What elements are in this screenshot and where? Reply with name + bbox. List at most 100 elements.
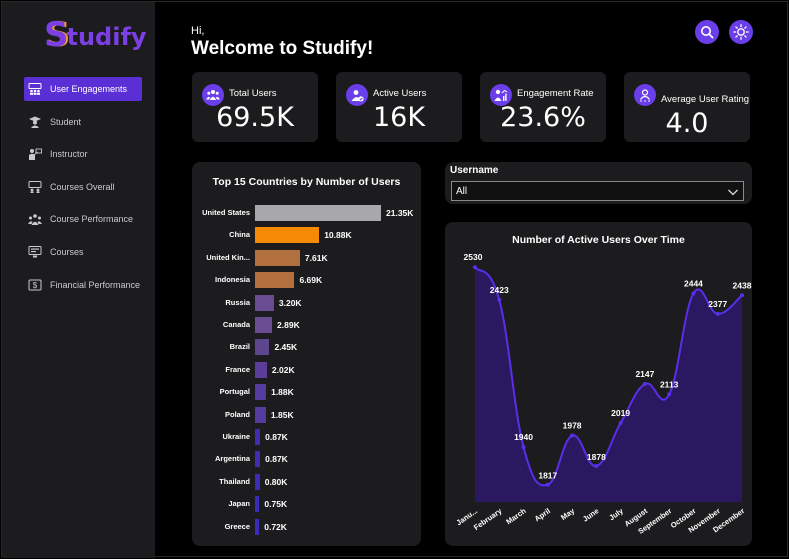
bar[interactable] xyxy=(255,317,273,333)
data-point[interactable] xyxy=(497,297,502,302)
bar-value-label: 0.72K xyxy=(264,521,287,532)
data-label: 2377 xyxy=(708,299,727,309)
bar[interactable] xyxy=(255,294,274,311)
dashboard-app: S tudify User Engagements Student Instru… xyxy=(1,1,788,558)
sidebar-item-label: Student xyxy=(50,116,82,127)
bar[interactable] xyxy=(255,384,267,401)
chart-title: Top 15 Countries by Number of Users xyxy=(212,176,401,188)
data-label: 2147 xyxy=(635,369,654,379)
bar-category-label: Argentina xyxy=(214,454,250,464)
data-point[interactable] xyxy=(642,382,647,387)
username-dropdown[interactable]: All xyxy=(451,181,744,201)
bar[interactable] xyxy=(255,496,260,513)
bar-category-label: Portugal xyxy=(219,387,250,397)
bar-value-label: 21.35K xyxy=(386,208,414,218)
bar-category-label: Ukraine xyxy=(222,432,250,441)
bar[interactable] xyxy=(255,429,261,445)
x-tick-label: February xyxy=(472,506,504,532)
active-users-chart-panel: Number of Active Users Over Time 2530 Jan… xyxy=(445,222,752,546)
bar[interactable] xyxy=(255,473,260,490)
sidebar-item-instructor[interactable]: Instructor xyxy=(24,142,142,166)
financial-icon: $ xyxy=(28,279,42,291)
sidebar-item-label: Course Performance xyxy=(50,214,134,225)
data-point[interactable] xyxy=(545,482,550,487)
kpi-label: Active Users xyxy=(373,88,427,99)
data-point[interactable] xyxy=(691,291,696,296)
kpi-card-total-users: Total Users 69.5K xyxy=(192,72,318,142)
bar[interactable] xyxy=(255,227,320,244)
bar-category-label: Japan xyxy=(228,499,250,509)
bar-category-label: United Kin... xyxy=(206,252,250,262)
kpi-value: 23.6% xyxy=(500,102,586,133)
bar-value-label: 7.61K xyxy=(304,252,328,263)
data-point[interactable] xyxy=(521,445,526,450)
theme-toggle-button[interactable] xyxy=(729,20,753,44)
sidebar-item-courses[interactable]: Courses xyxy=(24,240,142,264)
data-label: 1817 xyxy=(538,471,557,481)
logo-initial: S xyxy=(44,15,69,55)
data-point[interactable] xyxy=(618,421,623,426)
bar[interactable] xyxy=(255,249,300,266)
bar-category-label: France xyxy=(225,364,250,374)
data-point[interactable] xyxy=(473,265,477,270)
bar-value-label: 10.88K xyxy=(324,230,352,241)
kpi-label: Total Users xyxy=(229,88,277,99)
svg-text:$: $ xyxy=(33,281,38,290)
bar-value-label: 2.89K xyxy=(277,320,300,330)
studify-logo: S tudify xyxy=(44,18,147,52)
data-point[interactable] xyxy=(594,464,599,469)
sidebar-item-label: Courses xyxy=(50,246,84,257)
chevron-down-icon xyxy=(727,185,739,197)
student-icon xyxy=(28,116,42,128)
bar-value-label: 0.75K xyxy=(264,499,288,510)
bar-value-label: 0.87K xyxy=(265,432,288,442)
bar-value-label: 0.87K xyxy=(265,454,288,465)
bar-value-label: 3.20K xyxy=(278,297,302,308)
bar-category-label: United States xyxy=(202,208,250,217)
kpi-card-engagement-rate: Engagement Rate 23.6% xyxy=(480,72,606,142)
bar[interactable] xyxy=(255,361,267,378)
username-filter-label-text: Username xyxy=(450,165,499,176)
sidebar-nav: User Engagements Student Instructor Cour… xyxy=(24,77,142,305)
x-tick-label: May xyxy=(559,506,577,522)
bar-category-label: China xyxy=(229,230,250,240)
sidebar-item-course-performance[interactable]: Course Performance xyxy=(24,207,142,231)
x-tick-label: March xyxy=(504,506,528,526)
bar-category-label: Canada xyxy=(222,320,250,329)
greeting-text: Hi, xyxy=(191,25,205,37)
search-button[interactable] xyxy=(695,20,719,44)
instructor-icon xyxy=(28,148,42,161)
data-label: 2530 xyxy=(464,252,483,262)
kpi-label: Average User Rating xyxy=(661,94,750,105)
bar[interactable] xyxy=(255,451,261,468)
page-title: Welcome to Studify! xyxy=(191,38,374,59)
bar[interactable] xyxy=(255,272,295,289)
logo-text: tudify xyxy=(66,23,147,51)
search-icon xyxy=(700,25,714,39)
data-label: 2113 xyxy=(660,379,679,389)
sidebar-item-student[interactable]: Student xyxy=(24,110,142,134)
sidebar-item-financial-performance[interactable]: $ Financial Performance xyxy=(24,273,142,297)
bar-value-label: 2.02K xyxy=(271,364,295,375)
kpi-card-average-user-rating: Average User Rating 4.0 xyxy=(624,72,750,142)
bar[interactable] xyxy=(255,339,270,356)
bar[interactable] xyxy=(255,406,266,423)
bar-value-label: 2.45K xyxy=(274,342,298,353)
area-fill xyxy=(475,267,742,502)
data-label: 1878 xyxy=(587,452,606,462)
sidebar-item-courses-overall[interactable]: Courses Overall xyxy=(24,175,142,199)
bar-value-label: 1.88K xyxy=(271,387,294,398)
data-point[interactable] xyxy=(667,392,672,397)
kpi-value: 16K xyxy=(372,102,426,133)
bar[interactable] xyxy=(255,518,260,535)
user-rating-icon xyxy=(634,84,656,106)
bar[interactable] xyxy=(255,205,381,221)
sidebar-item-label: Courses Overall xyxy=(50,181,115,192)
data-point[interactable] xyxy=(570,433,575,438)
data-point[interactable] xyxy=(740,293,744,298)
data-label: 1978 xyxy=(563,421,582,431)
sidebar-item-user-engagements[interactable]: User Engagements xyxy=(24,77,142,101)
sidebar-item-label: Financial Performance xyxy=(50,279,141,290)
data-point[interactable] xyxy=(715,311,720,316)
data-label: 2019 xyxy=(611,408,630,418)
